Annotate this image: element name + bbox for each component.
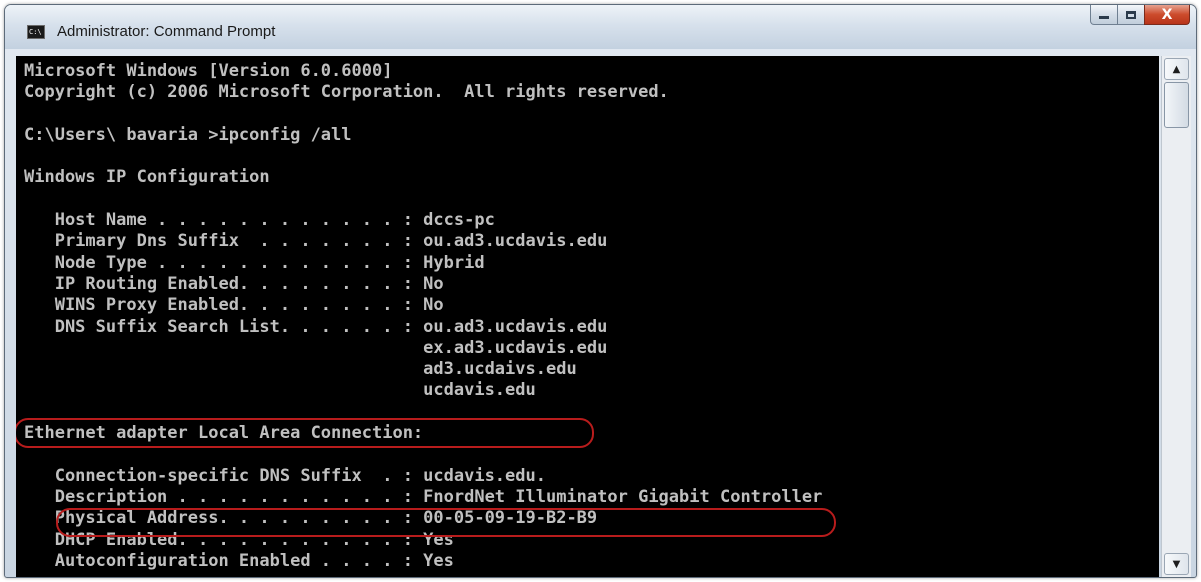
console-line: Primary Dns Suffix . . . . . . . : ou.ad… — [24, 231, 608, 252]
console-output[interactable]: Microsoft Windows [Version 6.0.6000] Copy… — [16, 56, 1159, 577]
console-line: DNS Suffix Search List. . . . . . : ou.a… — [24, 316, 608, 337]
console-line: Host Name . . . . . . . . . . . . : dccs… — [24, 210, 495, 231]
minimize-button[interactable] — [1090, 5, 1118, 25]
console-line: Windows IP Configuration — [24, 167, 270, 188]
arrow-up-icon: ▲ — [1172, 63, 1181, 75]
window-title: Administrator: Command Prompt — [57, 23, 276, 40]
console-line: IP Routing Enabled. . . . . . . . : No — [24, 273, 444, 294]
scroll-up-button[interactable]: ▲ — [1164, 58, 1189, 80]
console-line: C:\Users\ bavaria >ipconfig /all — [24, 124, 352, 145]
close-icon: X — [1161, 6, 1173, 23]
console-line: Connection-specific DNS Suffix . : ucdav… — [24, 465, 546, 486]
console-line: WINS Proxy Enabled. . . . . . . . : No — [24, 295, 444, 316]
scroll-thumb[interactable] — [1164, 82, 1189, 128]
maximize-button[interactable] — [1117, 5, 1145, 25]
console-line: Copyright (c) 2006 Microsoft Corporation… — [24, 82, 669, 103]
console-line: Microsoft Windows [Version 6.0.6000] — [24, 61, 393, 81]
arrow-down-icon: ▼ — [1172, 558, 1181, 570]
title-bar[interactable]: C:\ Administrator: Command Prompt X — [5, 5, 1196, 49]
console-text: Microsoft Windows [Version 6.0.6000] Copy… — [24, 61, 822, 572]
caption-buttons: X — [1090, 5, 1190, 27]
command-prompt-window: C:\ Administrator: Command Prompt X Micr… — [4, 4, 1197, 578]
minimize-icon — [1099, 16, 1109, 19]
console-line: Autoconfiguration Enabled . . . . : Yes — [24, 550, 454, 571]
console-line: ucdavis.edu — [24, 380, 536, 401]
command-prompt-icon[interactable]: C:\ — [27, 25, 45, 39]
close-button[interactable]: X — [1144, 5, 1190, 25]
maximize-icon — [1126, 10, 1136, 19]
scroll-down-button[interactable]: ▼ — [1164, 553, 1189, 575]
console-line: Ethernet adapter Local Area Connection: — [24, 423, 424, 444]
console-line: DHCP Enabled. . . . . . . . . . . : Yes — [24, 529, 454, 550]
console-line: Description . . . . . . . . . . . : Fnor… — [24, 486, 823, 507]
console-line: ad3.ucdaivs.edu — [24, 359, 577, 380]
console-line: ex.ad3.ucdavis.edu — [24, 337, 608, 358]
console-line: Node Type . . . . . . . . . . . . : Hybr… — [24, 252, 485, 273]
console-line: Physical Address. . . . . . . . . : 00-0… — [24, 508, 598, 529]
vertical-scrollbar[interactable]: ▲ ▼ — [1161, 56, 1191, 577]
